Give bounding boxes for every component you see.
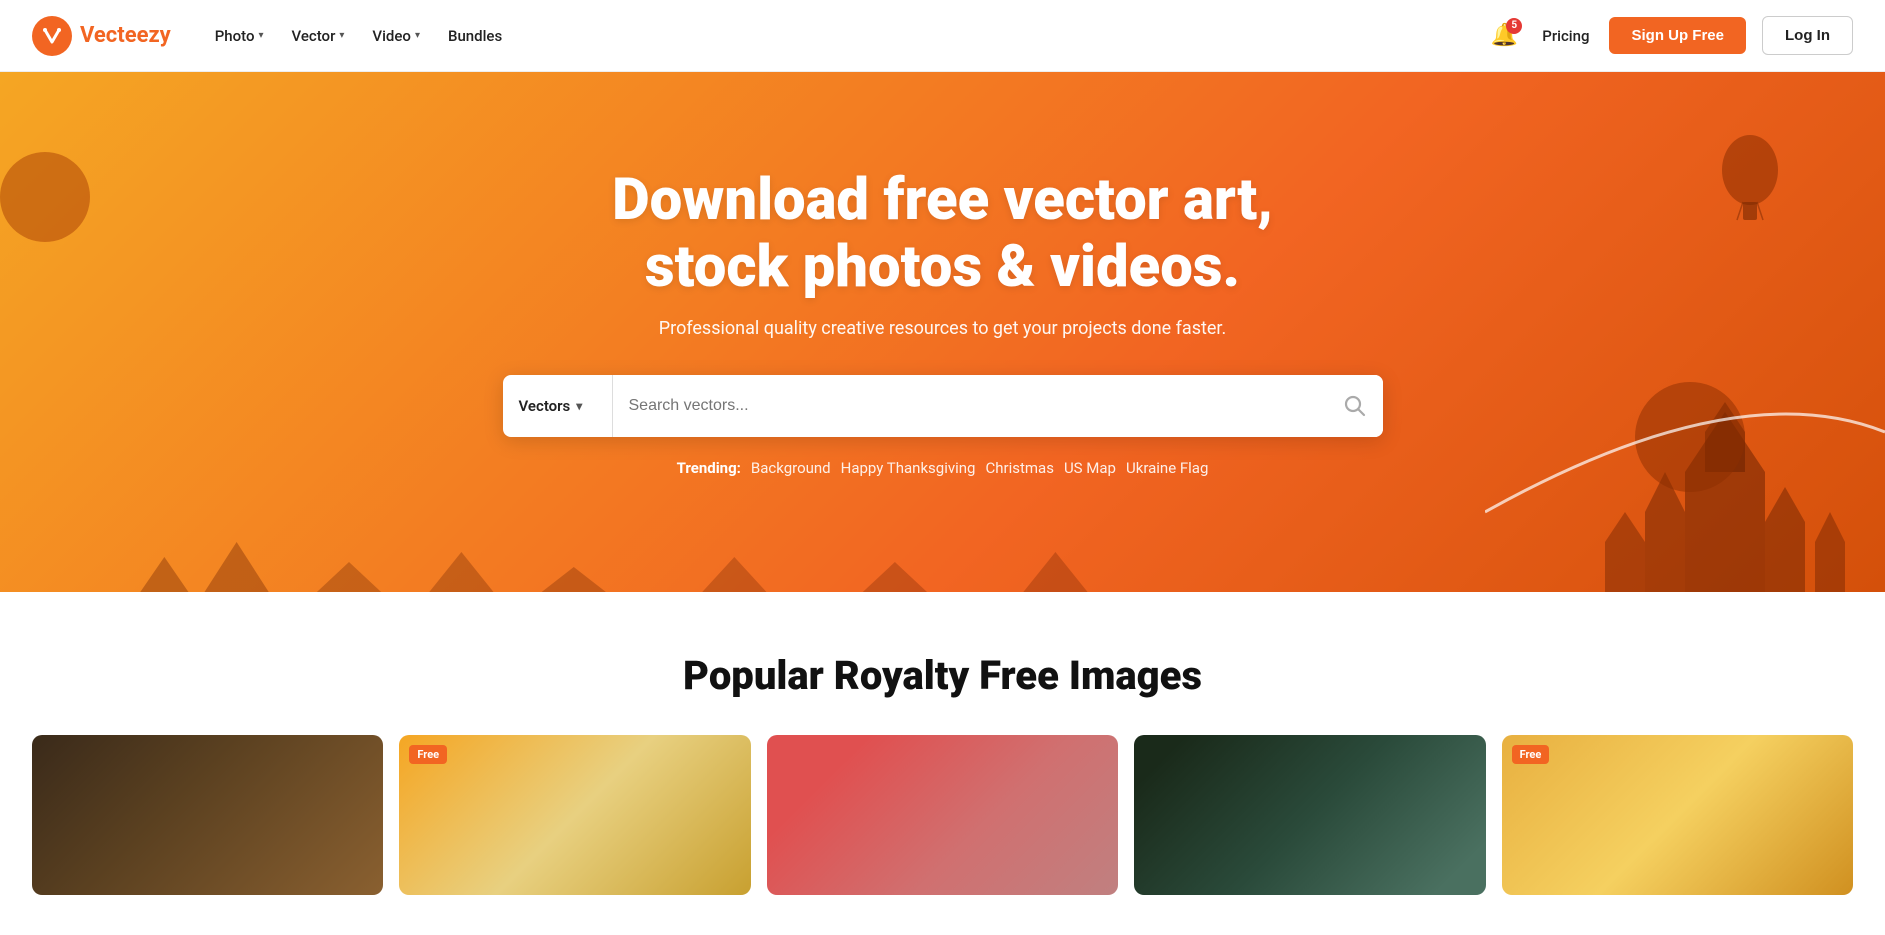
signup-button[interactable]: Sign Up Free [1609,17,1746,54]
hero-section: Download free vector art, stock photos &… [0,72,1885,592]
popular-section: Popular Royalty Free Images Free Free [0,592,1885,935]
trending-us-map[interactable]: US Map [1064,459,1116,477]
trending-background[interactable]: Background [751,459,831,477]
chevron-down-icon: ▾ [258,30,263,41]
image-grid: Free Free [32,735,1853,895]
hero-title: Download free vector art, stock photos &… [543,167,1343,300]
trending-ukraine-flag[interactable]: Ukraine Flag [1126,459,1208,477]
nav-video[interactable]: Video ▾ [360,19,432,53]
search-bar: Vectors ▾ [503,375,1383,437]
search-icon [1344,395,1366,417]
popular-title: Popular Royalty Free Images [32,652,1853,699]
main-nav: Photo ▾ Vector ▾ Video ▾ Bundles [203,19,1487,53]
trending-christmas[interactable]: Christmas [985,459,1053,477]
notifications-bell[interactable]: 🔔 5 [1486,18,1522,54]
logo-icon [32,16,72,56]
search-input[interactable] [613,375,1327,437]
image-card-5[interactable]: Free [1502,735,1853,895]
image-card-3[interactable] [767,735,1118,895]
login-button[interactable]: Log In [1762,16,1853,55]
small-spires [60,512,1505,592]
free-badge: Free [1512,745,1550,764]
free-badge: Free [409,745,447,764]
decorative-circle-bottom [1635,382,1745,492]
trending-label: Trending: [677,459,741,477]
pricing-link[interactable]: Pricing [1538,19,1593,53]
image-card-1[interactable] [32,735,383,895]
logo-link[interactable]: Vecteezy [32,16,171,56]
chevron-down-icon: ▾ [339,30,344,41]
notification-badge: 5 [1506,18,1522,34]
site-header: Vecteezy Photo ▾ Vector ▾ Video ▾ Bundle… [0,0,1885,72]
search-button[interactable] [1327,375,1383,437]
nav-bundles[interactable]: Bundles [436,19,514,53]
search-type-dropdown[interactable]: Vectors ▾ [503,375,613,437]
hot-air-balloon [1715,132,1785,246]
trending-happy-thanksgiving[interactable]: Happy Thanksgiving [841,459,976,477]
nav-vector[interactable]: Vector ▾ [280,19,357,53]
decorative-circle-left [0,152,90,242]
image-card-4[interactable] [1134,735,1485,895]
nav-photo[interactable]: Photo ▾ [203,19,276,53]
hero-subtitle: Professional quality creative resources … [659,318,1226,339]
header-right: 🔔 5 Pricing Sign Up Free Log In [1486,16,1853,55]
image-card-2[interactable]: Free [399,735,750,895]
trending-section: Trending: Background Happy Thanksgiving … [677,459,1209,477]
chevron-down-icon: ▾ [415,30,420,41]
logo-text: Vecteezy [80,23,171,48]
chevron-down-icon: ▾ [576,399,582,413]
search-type-label: Vectors [519,397,571,415]
